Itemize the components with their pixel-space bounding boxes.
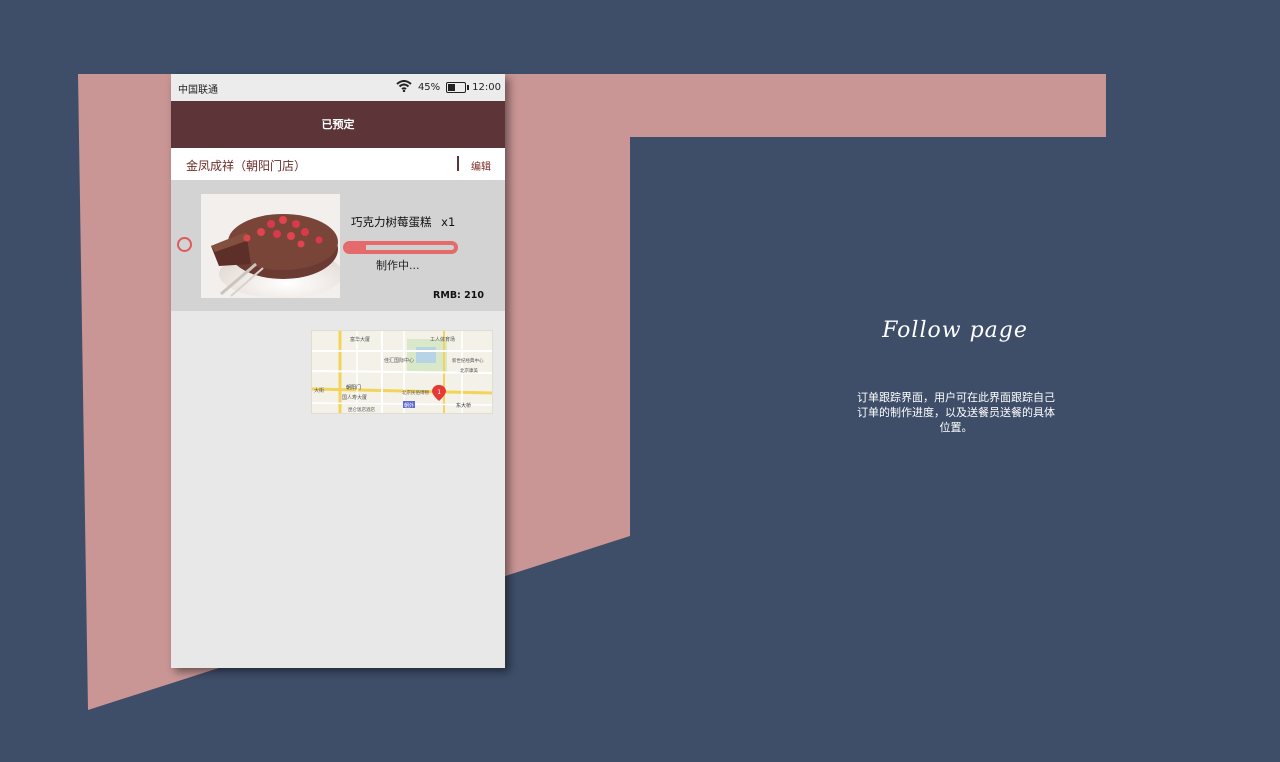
nav-bar: 已预定 [171, 101, 505, 148]
page-title: 已预定 [321, 118, 355, 131]
map-label: 新世纪经典中心 [452, 357, 484, 364]
map-label: 佳汇国际中心 [384, 357, 414, 364]
map-label: 大街 [314, 387, 324, 394]
map-label: 北京民俗博物 [402, 389, 429, 396]
product-quantity: x1 [441, 215, 456, 229]
product-name: 巧克力树莓蛋糕 [351, 215, 432, 229]
map-marker-number: 1 [437, 389, 441, 396]
production-progress-bar [343, 241, 458, 254]
phone-screen: 中国联通 45% 12:00 已预定 金凤成祥（朝阳门店） 编辑 巧克力树莓蛋糕… [171, 74, 505, 668]
map-label: 朝阳门 [346, 384, 361, 391]
map-label: 东大桥 [456, 402, 471, 409]
map-label: 工人体育场 [430, 336, 455, 343]
map-label: 富华大厦 [350, 336, 370, 343]
order-card[interactable]: 巧克力树莓蛋糕 x1 制作中... RMB: 210 [171, 181, 505, 311]
product-name-row: 巧克力树莓蛋糕 x1 [351, 214, 455, 230]
section-title: Follow page [882, 318, 1028, 343]
map-label: 北京康美 [460, 367, 478, 374]
product-image [201, 194, 343, 298]
clock-time: 12:00 [472, 82, 501, 93]
map-label: 昆仑饭店酒店 [348, 406, 375, 413]
section-description: 订单跟踪界面，用户可在此界面跟踪自己订单的制作进度，以及送餐员送餐的具体位置。 [857, 391, 1055, 434]
divider [457, 156, 459, 171]
edit-button[interactable]: 编辑 [471, 158, 491, 173]
select-radio[interactable] [177, 237, 192, 252]
battery-percent: 45% [417, 82, 441, 93]
wifi-icon [396, 80, 412, 95]
map-label: 国人寿大厦 [342, 394, 367, 401]
battery-icon [446, 82, 470, 93]
carrier-name: 中国联通 [178, 85, 218, 96]
order-price: RMB: 210 [433, 290, 484, 301]
status-indicators: 45% 12:00 [396, 78, 501, 97]
store-header: 金凤成祥（朝阳门店） 编辑 [171, 148, 505, 181]
delivery-map[interactable]: 富华大厦 工人体育场 佳汇国际中心 新世纪经典中心 北京康美 大街 朝阳门 国人… [311, 330, 493, 414]
battery-level-fill [448, 84, 456, 91]
store-name[interactable]: 金凤成祥（朝阳门店） [186, 157, 306, 174]
order-status: 制作中... [376, 259, 420, 272]
map-label: 朝外 [404, 402, 414, 409]
progress-fill [347, 245, 367, 250]
status-bar: 中国联通 45% 12:00 [171, 74, 505, 101]
